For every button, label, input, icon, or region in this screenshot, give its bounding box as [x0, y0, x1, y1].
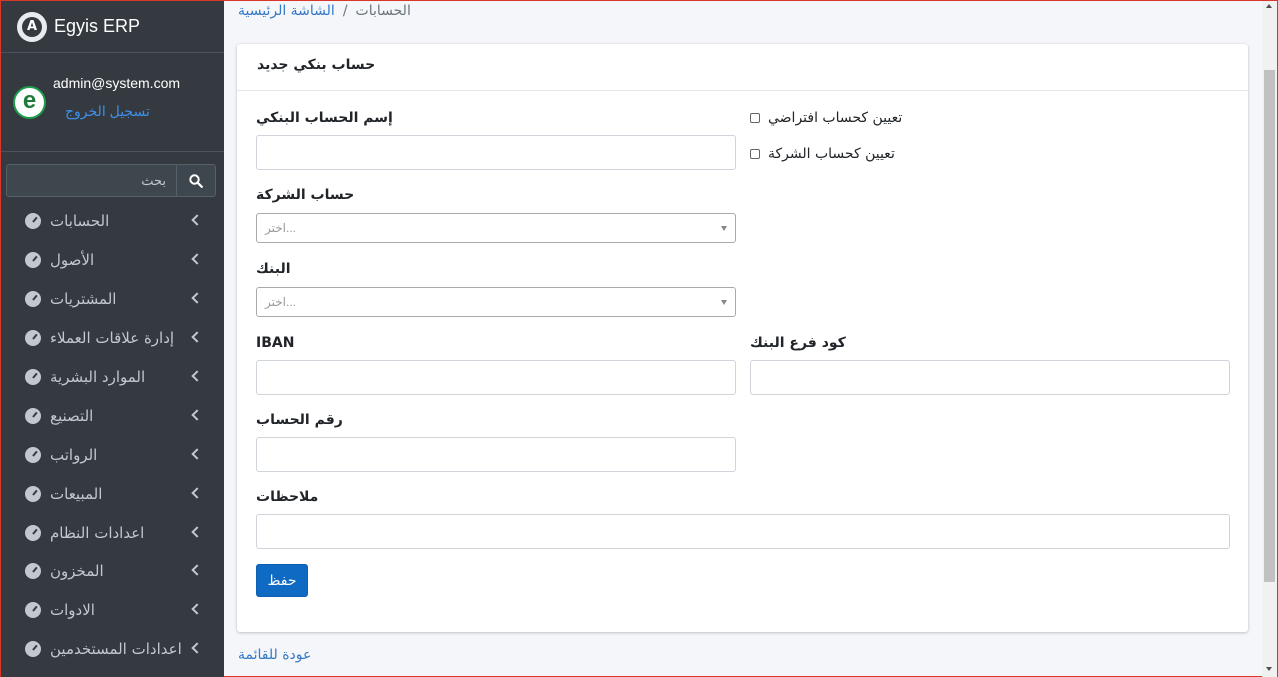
- chevron-left-icon: [191, 253, 203, 265]
- bank-account-name-input[interactable]: [256, 135, 736, 170]
- chevron-left-icon: [191, 370, 203, 382]
- notes-input[interactable]: [256, 514, 1230, 549]
- breadcrumb-current: الحسابات: [355, 3, 411, 19]
- dashboard-gauge-icon: [25, 524, 41, 541]
- company-account-checkbox-label: تعيين كحساب الشركة: [768, 146, 895, 162]
- back-to-list-link[interactable]: عودة للقائمة: [238, 647, 311, 663]
- iban-label: IBAN: [256, 335, 295, 351]
- dashboard-gauge-icon: [25, 252, 41, 269]
- dropdown-arrow-icon: [721, 300, 727, 305]
- sidebar-item-system-settings[interactable]: اعدادات النظام: [1, 513, 224, 552]
- default-account-checkbox-label: تعيين كحساب افتراضي: [768, 110, 903, 126]
- sidebar-item-label: اعدادات المستخدمين: [50, 640, 182, 659]
- company-account-placeholder: اختر...: [265, 221, 297, 235]
- sidebar-item-label: إدارة علاقات العملاء: [50, 329, 175, 348]
- account-number-label: رقم الحساب: [256, 412, 343, 428]
- company-account-select[interactable]: اختر...: [256, 213, 736, 243]
- bank-label: البنك: [256, 261, 291, 277]
- bank-select[interactable]: اختر...: [256, 287, 736, 317]
- bank-account-name-label: إسم الحساب البنكي: [256, 110, 393, 126]
- company-account-checkbox-box[interactable]: [750, 149, 760, 159]
- dashboard-gauge-icon: [25, 369, 41, 385]
- sidebar-item-tools[interactable]: الادوات: [1, 591, 224, 630]
- dashboard-gauge-icon: [25, 485, 41, 502]
- sidebar-item-user-settings[interactable]: اعدادات المستخدمين: [1, 630, 224, 669]
- company-account-checkbox[interactable]: تعيين كحساب الشركة: [750, 146, 895, 162]
- chevron-left-icon: [191, 214, 203, 227]
- scroll-down-arrow-icon[interactable]: [1266, 667, 1272, 671]
- new-bank-account-card: حساب بنكي جديد إسم الحساب البنكي تعيين ك…: [237, 44, 1248, 632]
- default-account-checkbox-box[interactable]: [750, 113, 760, 123]
- save-button[interactable]: حفظ: [256, 564, 308, 597]
- sidebar-item-payroll[interactable]: الرواتب: [1, 435, 224, 474]
- sidebar-item-label: الرواتب: [50, 445, 98, 464]
- sidebar-item-manufacturing[interactable]: التصنيع: [1, 396, 224, 435]
- logout-link[interactable]: تسجيل الخروج: [65, 103, 150, 120]
- sidebar-item-label: اعدادات النظام: [50, 523, 145, 542]
- search-input[interactable]: بحث: [6, 164, 176, 197]
- default-account-checkbox[interactable]: تعيين كحساب افتراضي: [750, 110, 902, 126]
- sidebar-item-label: الادوات: [50, 601, 95, 620]
- chevron-left-icon: [191, 292, 203, 304]
- dropdown-arrow-icon: [721, 226, 727, 231]
- branch-code-label: كود فرع البنك: [750, 335, 846, 351]
- sidebar-item-hr[interactable]: الموارد البشرية: [1, 358, 224, 397]
- sidebar-item-assets[interactable]: الأصول: [1, 241, 224, 280]
- sidebar-item-label: المبيعات: [50, 484, 103, 503]
- sidebar-item-label: التصنيع: [50, 406, 94, 425]
- sidebar-nav: الحسابات الأصول المشتريات إدارة علاقات ا…: [1, 202, 224, 669]
- dashboard-gauge-icon: [25, 446, 41, 463]
- sidebar-item-inventory[interactable]: المخزون: [1, 552, 224, 591]
- sidebar-item-label: المخزون: [50, 562, 104, 581]
- page-title: حساب بنكي جديد: [257, 57, 376, 73]
- chevron-left-icon: [191, 331, 203, 343]
- card-header: حساب بنكي جديد: [237, 44, 1248, 91]
- breadcrumb: الشاشة الرئيسية / الحسابات: [238, 3, 411, 19]
- chevron-left-icon: [191, 564, 203, 577]
- breadcrumb-separator: /: [342, 3, 348, 19]
- brand-logo-icon: A: [17, 11, 47, 42]
- page-scrollbar[interactable]: [1262, 1, 1277, 677]
- breadcrumb-home-link[interactable]: الشاشة الرئيسية: [238, 3, 335, 19]
- brand-title: Egyis ERP: [54, 16, 141, 36]
- brand[interactable]: A Egyis ERP: [1, 1, 224, 53]
- account-number-input[interactable]: [256, 437, 736, 472]
- chevron-left-icon: [191, 525, 203, 538]
- sidebar-item-label: الموارد البشرية: [50, 368, 146, 386]
- user-email: admin@system.com: [53, 75, 181, 91]
- chevron-left-icon: [191, 448, 203, 460]
- chevron-left-icon: [191, 642, 203, 654]
- user-panel: e admin@system.com تسجيل الخروج: [1, 53, 224, 152]
- dashboard-gauge-icon: [25, 641, 41, 658]
- search-icon: [189, 173, 203, 188]
- sidebar-item-crm[interactable]: إدارة علاقات العملاء: [1, 319, 224, 358]
- chevron-left-icon: [191, 409, 203, 421]
- sidebar-item-label: المشتريات: [50, 290, 117, 309]
- sidebar-item-label: الحسابات: [50, 212, 110, 231]
- iban-input[interactable]: [256, 360, 736, 395]
- dashboard-gauge-icon: [25, 330, 41, 347]
- dashboard-gauge-icon: [25, 602, 41, 619]
- chevron-left-icon: [191, 487, 203, 499]
- sidebar-item-purchases[interactable]: المشتريات: [1, 280, 224, 319]
- sidebar: A Egyis ERP e admin@system.com تسجيل الخ…: [1, 1, 224, 677]
- search-button[interactable]: [176, 164, 216, 197]
- sidebar-search: بحث: [6, 164, 216, 197]
- dashboard-gauge-icon: [25, 563, 41, 580]
- branch-code-input[interactable]: [750, 360, 1230, 395]
- avatar: e: [13, 86, 46, 119]
- dashboard-gauge-icon: [25, 291, 41, 308]
- sidebar-item-label: الأصول: [50, 251, 95, 270]
- bank-placeholder: اختر...: [265, 295, 297, 309]
- company-account-label: حساب الشركة: [256, 187, 355, 203]
- scroll-up-arrow-icon[interactable]: [1266, 4, 1272, 8]
- dashboard-gauge-icon: [25, 407, 41, 424]
- notes-label: ملاحظات: [256, 489, 319, 505]
- sidebar-item-sales[interactable]: المبيعات: [1, 474, 224, 513]
- sidebar-item-accounts[interactable]: الحسابات: [1, 202, 224, 241]
- dashboard-gauge-icon: [25, 213, 41, 230]
- scrollbar-thumb[interactable]: [1264, 70, 1275, 582]
- chevron-left-icon: [191, 603, 203, 616]
